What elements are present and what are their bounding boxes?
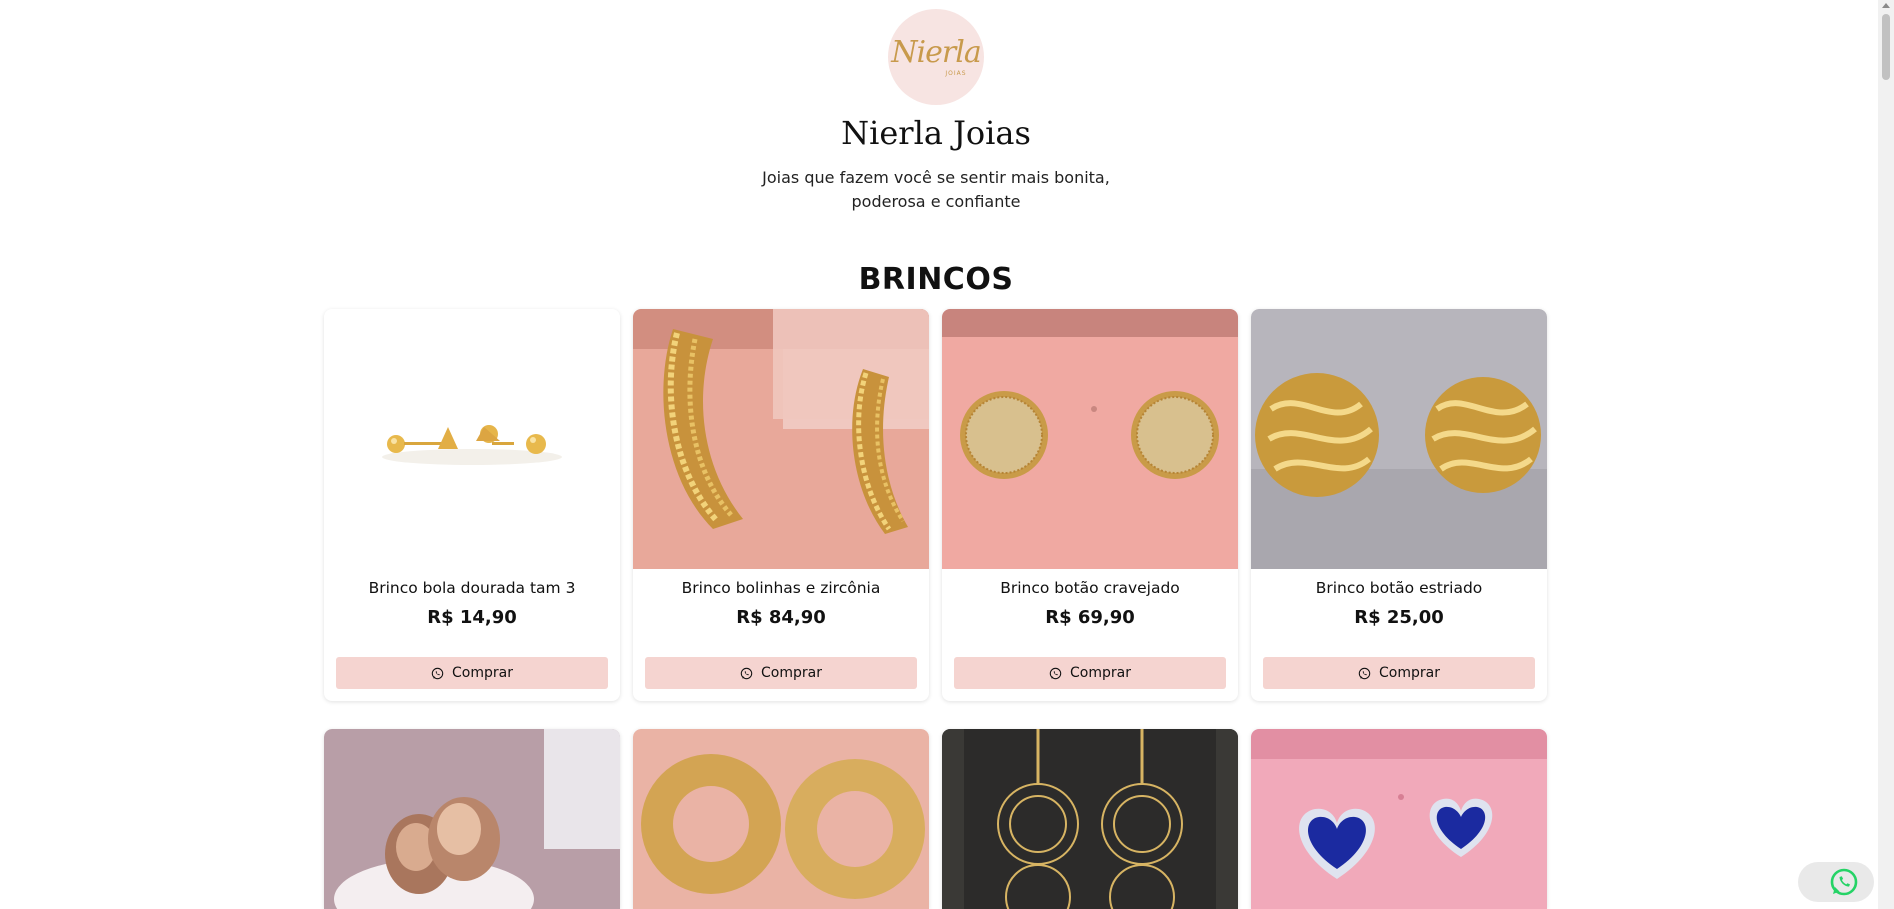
scrollbar-thumb[interactable] (1882, 14, 1890, 80)
buy-button[interactable]: Comprar (336, 657, 608, 689)
product-image-graphic (942, 729, 1238, 909)
product-image[interactable] (942, 729, 1238, 909)
product-image-graphic (633, 309, 929, 569)
whatsapp-icon (431, 667, 444, 679)
logo-sub-text: JOIAS (945, 69, 967, 77)
product-image[interactable] (633, 309, 929, 569)
scroll-up-arrow-icon[interactable] (1882, 3, 1890, 8)
product-card[interactable]: Brinco botão estriado R$ 25,00 Comprar (1251, 309, 1547, 701)
product-name[interactable]: Brinco botão estriado (1251, 579, 1547, 597)
store-name: Nierla Joias (841, 114, 1031, 152)
whatsapp-float-button[interactable] (1798, 862, 1874, 902)
buy-button-label: Comprar (1070, 665, 1131, 681)
product-card[interactable] (633, 729, 929, 909)
product-price: R$ 69,90 (1045, 607, 1135, 628)
product-image[interactable] (324, 729, 620, 909)
product-name[interactable]: Brinco bola dourada tam 3 (324, 579, 620, 597)
store-tagline: Joias que fazem você se sentir mais boni… (762, 168, 1110, 211)
whatsapp-icon (1830, 868, 1858, 896)
product-card[interactable]: Brinco bola dourada tam 3 R$ 14,90 Compr… (324, 309, 620, 701)
buy-button[interactable]: Comprar (954, 657, 1226, 689)
product-image-graphic (324, 309, 620, 569)
product-image-graphic (942, 309, 1238, 569)
buy-button-label: Comprar (1379, 665, 1440, 681)
product-image-graphic (324, 729, 620, 909)
vertical-scrollbar[interactable] (1878, 0, 1894, 909)
product-image-graphic (1251, 729, 1547, 909)
product-card[interactable] (1251, 729, 1547, 909)
product-image-graphic (1251, 309, 1547, 569)
store-logo[interactable]: Nierla JOIAS (888, 9, 984, 105)
product-price: R$ 14,90 (427, 607, 517, 628)
product-card[interactable] (942, 729, 1238, 909)
whatsapp-icon (740, 667, 753, 679)
product-image[interactable] (1251, 729, 1547, 909)
buy-button[interactable]: Comprar (645, 657, 917, 689)
whatsapp-icon (1358, 667, 1371, 679)
product-image[interactable] (942, 309, 1238, 569)
product-image[interactable] (324, 309, 620, 569)
product-card[interactable]: Brinco bolinhas e zircônia R$ 84,90 Comp… (633, 309, 929, 701)
product-image[interactable] (633, 729, 929, 909)
buy-button-label: Comprar (452, 665, 513, 681)
product-image-graphic (633, 729, 929, 909)
product-image[interactable] (1251, 309, 1547, 569)
product-name[interactable]: Brinco botão cravejado (942, 579, 1238, 597)
section-title: BRINCOS (858, 262, 1014, 297)
product-price: R$ 84,90 (736, 607, 826, 628)
buy-button-label: Comprar (761, 665, 822, 681)
product-name[interactable]: Brinco bolinhas e zircônia (633, 579, 929, 597)
buy-button[interactable]: Comprar (1263, 657, 1535, 689)
store-page: Nierla JOIAS Nierla Joias Joias que faze… (0, 0, 1878, 909)
product-price: R$ 25,00 (1354, 607, 1444, 628)
product-card[interactable] (324, 729, 620, 909)
whatsapp-icon (1049, 667, 1062, 679)
logo-script-text: Nierla (891, 34, 981, 70)
product-card[interactable]: Brinco botão cravejado R$ 69,90 Comprar (942, 309, 1238, 701)
